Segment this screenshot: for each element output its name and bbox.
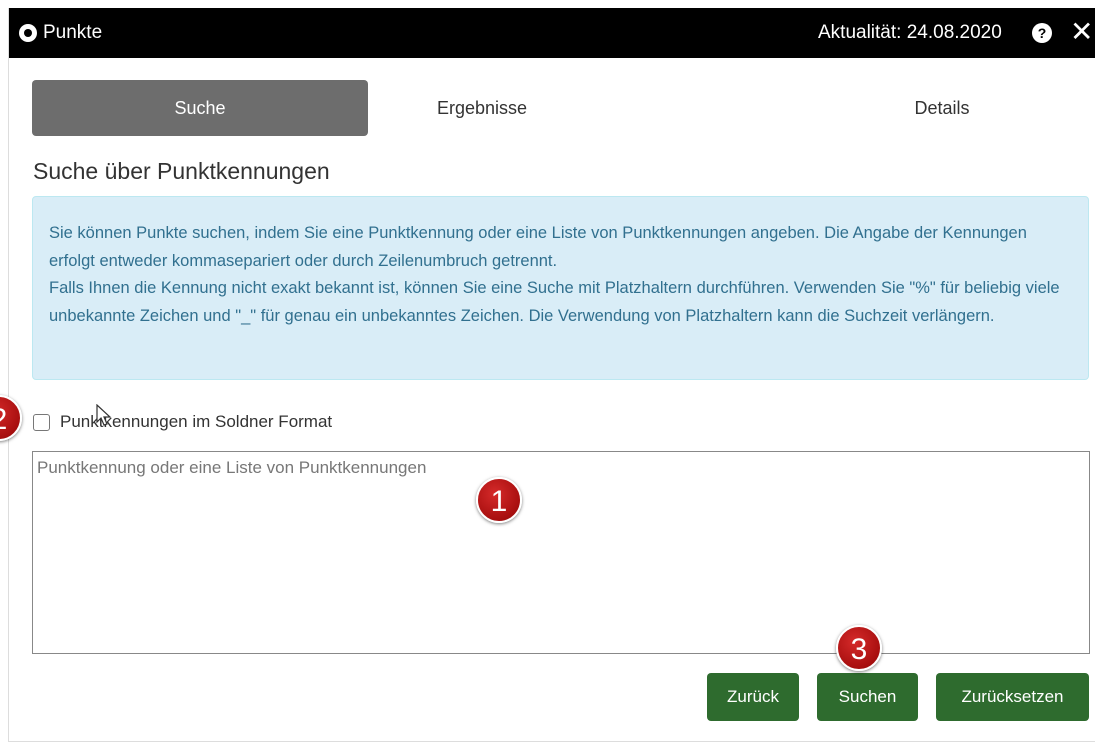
window-title: Punkte (43, 22, 103, 43)
annotation-marker-3: 3 (836, 625, 882, 671)
point-id-input[interactable] (32, 451, 1090, 654)
title-bar: Punkte Aktualität: 24.08.2020 ? ✕ (9, 8, 1095, 58)
tab-details[interactable]: Details (832, 80, 1052, 136)
search-button[interactable]: Suchen (817, 673, 918, 721)
reset-button[interactable]: Zurücksetzen (936, 673, 1089, 721)
points-dialog: Punkte Aktualität: 24.08.2020 ? ✕ Suche … (8, 8, 1095, 742)
info-text-2: Falls Ihnen die Kennung nicht exakt beka… (49, 279, 1060, 325)
soldner-checkbox-row[interactable]: Punktkennungen im Soldner Format (33, 410, 332, 434)
tab-ergebnisse[interactable]: Ergebnisse (392, 80, 572, 136)
section-title: Suche über Punktkennungen (33, 158, 330, 184)
tab-bar: Suche Ergebnisse Details (32, 80, 1082, 136)
back-button[interactable]: Zurück (707, 673, 799, 721)
annotation-marker-1: 1 (476, 477, 522, 523)
help-icon[interactable]: ? (1032, 23, 1052, 43)
close-icon[interactable]: ✕ (1070, 17, 1093, 47)
info-text-1: Sie können Punkte suchen, indem Sie eine… (49, 224, 1027, 270)
mouse-pointer-icon (96, 404, 112, 426)
data-currency-label: Aktualität: 24.08.2020 (818, 22, 1002, 43)
radio-dot-icon (19, 24, 37, 42)
info-alert: Sie können Punkte suchen, indem Sie eine… (32, 196, 1089, 380)
tab-suche[interactable]: Suche (32, 80, 368, 136)
soldner-checkbox[interactable] (33, 413, 50, 431)
